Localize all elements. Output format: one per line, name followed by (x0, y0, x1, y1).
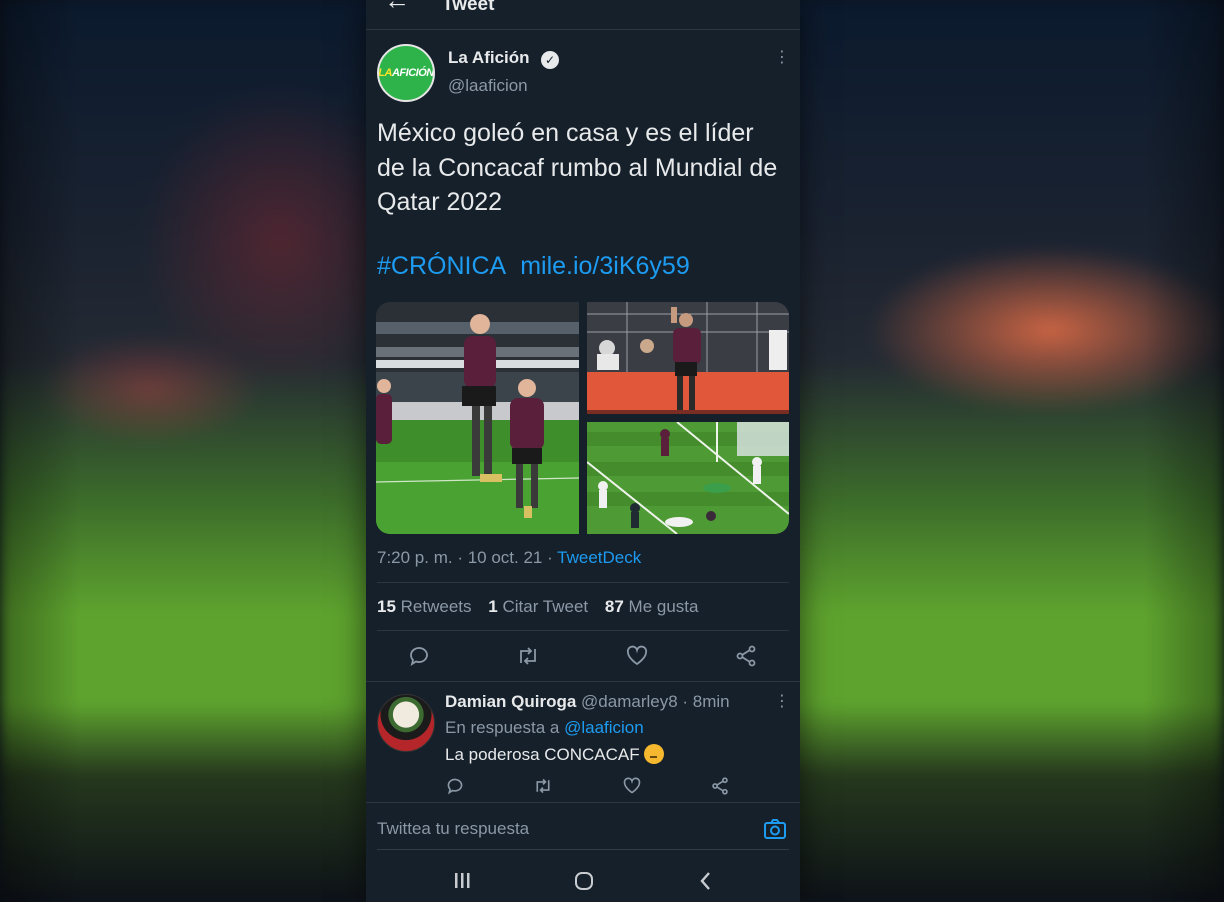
reply-more-options-icon[interactable]: ⋮ (774, 694, 790, 710)
divider (366, 29, 800, 30)
recent-apps-icon[interactable] (452, 870, 472, 895)
reply-share-icon[interactable] (711, 777, 729, 795)
camera-icon[interactable] (763, 818, 787, 845)
likes-stat[interactable]: 87 Me gusta (605, 597, 699, 616)
media-grid (376, 302, 789, 534)
reply-avatar[interactable] (377, 694, 435, 752)
retweet-icon[interactable] (516, 645, 540, 667)
page-title: Tweet (442, 0, 495, 15)
more-options-icon[interactable]: ⋮ (774, 50, 790, 66)
verified-badge-icon: ✓ (541, 51, 559, 69)
reply-prefix: En respuesta a (445, 718, 565, 737)
quotes-stat[interactable]: 1 Citar Tweet (488, 597, 588, 616)
photo-player-celebrating[interactable] (587, 302, 789, 414)
reply-author-name: Damian Quiroga (445, 692, 577, 711)
avatar[interactable]: LAAFICIÓN (377, 44, 435, 102)
phone-screen: ← Tweet LAAFICIÓN La Afición ✓ @laaficio… (366, 0, 800, 902)
reply-body: La poderosa CONCACAF (445, 745, 640, 764)
divider (377, 630, 789, 631)
author-name[interactable]: La Afición (448, 48, 530, 68)
engagement-stats: 15 Retweets 1 Citar Tweet 87 Me gusta (377, 597, 698, 617)
reply-reply-icon[interactable] (446, 777, 464, 795)
background-shade-left (0, 0, 80, 902)
reply-author[interactable]: Damian Quiroga @damarley8 · 8min (445, 692, 730, 712)
timestamp-text: 7:20 p. m. · 10 oct. 21 · (377, 548, 558, 567)
reply-like-icon[interactable] (622, 777, 642, 795)
reply-context: En respuesta a @laaficion (445, 718, 644, 738)
thinking-face-icon (643, 744, 664, 764)
reply-retweet-icon[interactable] (533, 777, 553, 795)
tweet-text: México goleó en casa y es el líder de la… (377, 119, 778, 216)
top-bar: ← Tweet (366, 0, 800, 28)
tweet-links: #CRÓNICA mile.io/3iK6y59 (377, 252, 690, 281)
tweet-timestamp: 7:20 p. m. · 10 oct. 21 · TweetDeck (377, 548, 641, 568)
divider (366, 802, 800, 803)
reply-icon[interactable] (408, 645, 430, 667)
hashtag-link[interactable]: #CRÓNICA (377, 252, 506, 280)
reply-text: La poderosa CONCACAF (445, 744, 664, 765)
home-icon[interactable] (573, 870, 595, 897)
avatar-logo: LAAFICIÓN (378, 67, 434, 79)
divider (366, 681, 800, 682)
divider (377, 582, 789, 583)
photo-goal-scene[interactable] (587, 422, 789, 534)
arrow-left-icon[interactable]: ← (384, 0, 410, 14)
retweets-stat[interactable]: 15 Retweets (377, 597, 472, 616)
photo-player-jumping[interactable] (376, 302, 579, 534)
url-link[interactable]: mile.io/3iK6y59 (520, 252, 690, 280)
source-link[interactable]: TweetDeck (557, 548, 641, 567)
reply-input[interactable]: Twittea tu respuesta (377, 819, 529, 839)
background-shade-right (1144, 0, 1224, 902)
like-icon[interactable] (625, 645, 649, 667)
back-nav-icon[interactable] (697, 870, 715, 897)
reply-meta: @damarley8 · 8min (576, 692, 730, 711)
android-nav-bar (366, 864, 800, 902)
reply-mention-link[interactable]: @laaficion (564, 718, 644, 737)
author-handle[interactable]: @laaficion (448, 76, 528, 96)
input-underline (377, 849, 789, 850)
share-icon[interactable] (735, 645, 757, 667)
